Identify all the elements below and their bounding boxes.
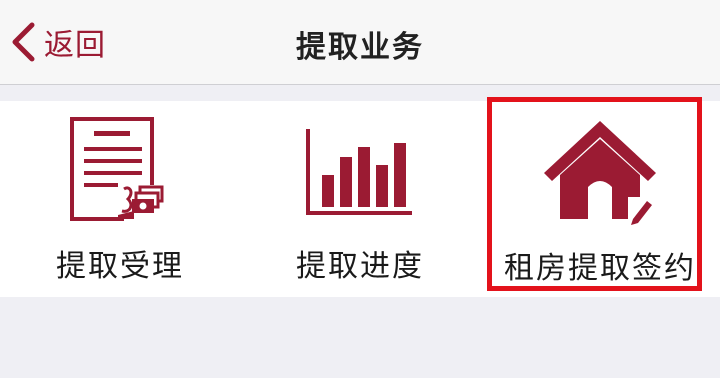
house-edit-icon (538, 115, 662, 231)
bar-chart-icon (300, 115, 420, 231)
page-title: 提取业务 (296, 30, 424, 65)
tile-label: 提取受理 (56, 249, 184, 284)
tile-withdrawal-application[interactable]: 提取受理 (0, 101, 240, 297)
document-money-icon (60, 115, 180, 231)
tile-label: 提取进度 (296, 249, 424, 284)
tile-label: 租房提取签约 (504, 251, 696, 286)
tile-withdrawal-progress[interactable]: 提取进度 (240, 101, 480, 297)
feature-grid: 提取受理 提取进度 租房提取签约 (0, 97, 720, 297)
nav-bar: 返回 提取业务 (0, 0, 720, 85)
tile-rental-withdrawal-signing[interactable]: 租房提取签约 (480, 97, 720, 297)
